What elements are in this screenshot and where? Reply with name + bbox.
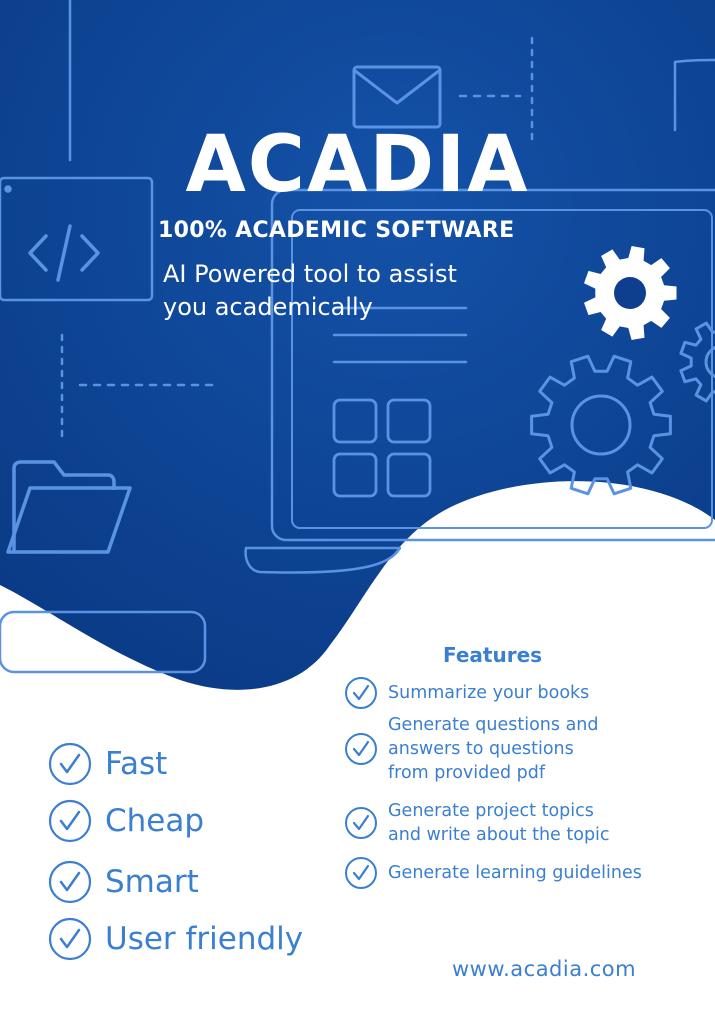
hero-blue-shape <box>0 0 715 690</box>
quality-item: Smart <box>48 860 199 904</box>
feature-text: Summarize your books <box>388 681 589 705</box>
checkmark-icon <box>345 857 377 889</box>
checkmark-icon <box>345 807 377 839</box>
feature-item: Generate learning guidelines <box>344 856 642 890</box>
quality-item: Cheap <box>48 799 204 843</box>
features-heading: Features <box>443 643 543 667</box>
feature-line: from provided pdf <box>388 763 546 783</box>
quality-item: Fast <box>48 742 167 786</box>
checkmark-icon <box>48 860 92 904</box>
tagline-line: AI Powered tool to assist <box>163 260 457 288</box>
checkmark-icon <box>48 742 92 786</box>
website-link[interactable]: www.acadia.com <box>452 957 636 981</box>
feature-line: and write about the topic <box>388 825 610 845</box>
checkmark-icon <box>345 677 377 709</box>
brand-title: ACADIA <box>185 120 530 210</box>
feature-item: Generate questions and answers to questi… <box>344 713 599 785</box>
feature-line: Summarize your books <box>388 683 590 703</box>
poster: ACADIA 100% ACADEMIC SOFTWARE AI Powered… <box>0 0 715 1014</box>
quality-label: Cheap <box>105 803 205 839</box>
brand-subtitle: 100% ACADEMIC SOFTWARE <box>158 218 515 243</box>
feature-text: Generate questions and answers to questi… <box>388 713 599 785</box>
quality-label: Smart <box>105 864 199 900</box>
feature-item: Generate project topics and write about … <box>344 799 610 847</box>
brand-tagline: AI Powered tool to assist you academical… <box>163 258 457 324</box>
checkmark-icon <box>48 917 92 961</box>
tagline-line: you academically <box>163 293 373 321</box>
feature-item: Summarize your books <box>344 676 589 710</box>
feature-line: Generate learning guidelines <box>388 863 642 883</box>
checkmark-icon <box>48 799 92 843</box>
feature-line: Generate project topics <box>388 801 594 821</box>
feature-line: answers to questions <box>388 739 574 759</box>
feature-line: Generate questions and <box>388 715 599 735</box>
quality-item: User friendly <box>48 917 303 961</box>
feature-text: Generate learning guidelines <box>388 861 642 885</box>
feature-text: Generate project topics and write about … <box>388 799 610 847</box>
checkmark-icon <box>345 733 377 765</box>
quality-label: User friendly <box>105 921 304 957</box>
quality-label: Fast <box>105 746 168 782</box>
